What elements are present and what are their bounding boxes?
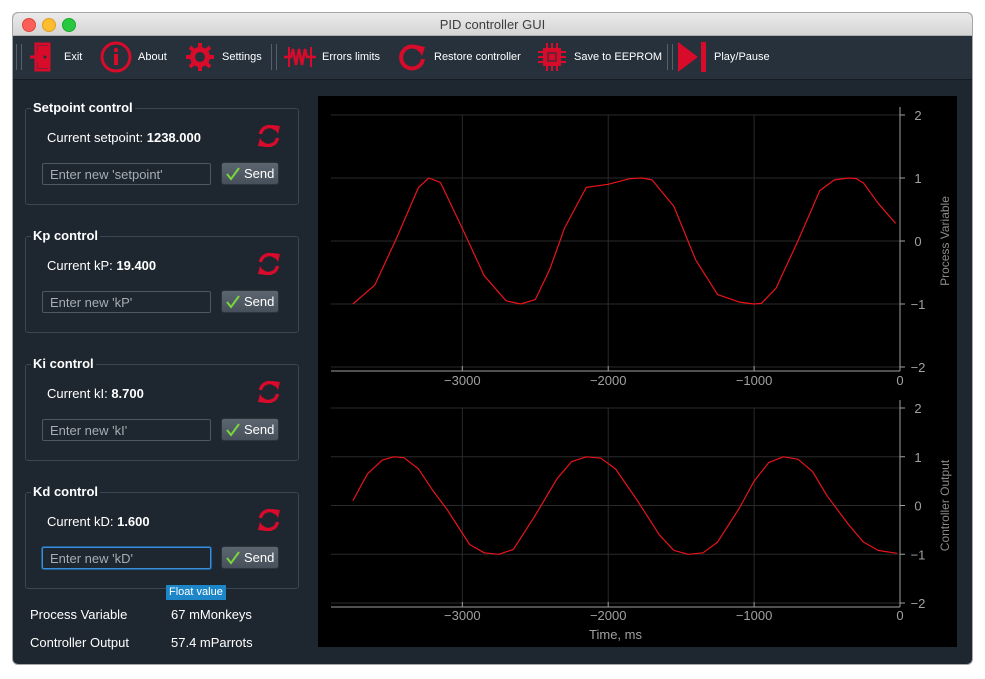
current-ki-label: Current kI:: [47, 386, 108, 401]
current-setpoint-text: Current setpoint: 1238.000: [47, 130, 201, 145]
errors-limits-button[interactable]: Errors limits: [284, 39, 380, 75]
send-setpoint-label: Send: [244, 166, 275, 181]
send-kp-label: Send: [244, 294, 275, 309]
exit-label: Exit: [64, 51, 83, 63]
checkmark-icon: [226, 166, 240, 181]
pv-y-tick-label: 2: [914, 108, 921, 123]
current-ki-value: 8.700: [111, 386, 144, 401]
co-y-tick-label: −1: [911, 547, 926, 562]
refresh-ki-button[interactable]: [256, 379, 282, 405]
restore-controller-label: Restore controller: [434, 51, 521, 63]
restore-controller-button[interactable]: Restore controller: [396, 39, 521, 75]
pv-y-tick-label: −1: [911, 297, 926, 312]
pv-x-tick-label: −1000: [736, 373, 773, 388]
ki-control-title: Ki control: [31, 356, 96, 371]
current-kp-text: Current kP: 19.400: [47, 258, 156, 273]
toolbar-separator: [667, 44, 673, 70]
co-y-axis-label: Controller Output: [938, 459, 952, 551]
app-window: PID controller GUI Exit About Settings E…: [13, 13, 972, 664]
current-ki-text: Current kI: 8.700: [47, 386, 144, 401]
current-setpoint-label: Current setpoint:: [47, 130, 144, 145]
restore-arrow-icon: [399, 44, 425, 71]
checkmark-icon: [226, 422, 240, 437]
pv-y-tick-label: 0: [914, 234, 921, 249]
kp-control-title: Kp control: [31, 228, 100, 243]
send-kd-label: Send: [244, 550, 275, 565]
checkmark-icon: [226, 550, 240, 565]
setpoint-control-title: Setpoint control: [31, 100, 135, 115]
refresh-kp-button[interactable]: [256, 251, 282, 277]
send-setpoint-button[interactable]: Send: [221, 162, 279, 185]
process-variable-label: Process Variable: [30, 607, 128, 622]
plots-svg[interactable]: −3000 −2000 −1000 0210−1−2Process Variable−…: [318, 96, 957, 647]
refresh-icon: [258, 124, 280, 148]
pv-x-tick-label: −3000: [444, 373, 481, 388]
current-kp-label: Current kP:: [47, 258, 113, 273]
plots-panel: −3000 −2000 −1000 0 2 1 0 −1 −2 Process Variable −…: [318, 96, 957, 647]
title-bar: PID controller GUI: [13, 13, 972, 36]
gear-icon: [186, 43, 214, 71]
current-kp-value: 19.400: [116, 258, 157, 273]
info-circle-icon: [100, 41, 132, 73]
controller-output-label: Controller Output: [30, 635, 129, 650]
send-ki-label: Send: [244, 422, 275, 437]
kd-input[interactable]: Enter new 'kD': [42, 547, 211, 569]
pv-y-tick-label: 1: [914, 171, 921, 186]
pv-x-tick-label: 0: [896, 373, 903, 388]
resistor-icon: [284, 47, 316, 67]
setpoint-input[interactable]: Enter new 'setpoint': [42, 163, 211, 185]
send-kd-button[interactable]: Send: [221, 546, 279, 569]
co-x-tick-label: −2000: [590, 608, 627, 623]
current-kd-text: Current kD: 1.600: [47, 514, 150, 529]
pv-y-tick-label: −2: [911, 360, 926, 375]
pv-x-tick-label: −2000: [590, 373, 627, 388]
kd-control-title: Kd control: [31, 484, 100, 499]
refresh-kd-button[interactable]: [256, 507, 282, 533]
send-kp-button[interactable]: Send: [221, 290, 279, 313]
play-pause-icon: [678, 42, 706, 72]
co-y-tick-label: −2: [911, 596, 926, 611]
toolbar-separator: [271, 44, 277, 70]
co-y-tick-label: 0: [914, 499, 921, 514]
window-title: PID controller GUI: [439, 17, 546, 32]
refresh-icon: [258, 508, 280, 532]
settings-button[interactable]: Settings: [184, 39, 262, 75]
play-pause-button[interactable]: Play/Pause: [676, 39, 770, 75]
float-value-tooltip: Float value: [166, 585, 226, 600]
refresh-icon: [258, 252, 280, 276]
co-x-tick-label: 0: [896, 608, 903, 623]
about-label: About: [138, 51, 167, 63]
co-x-axis-label: Time, ms: [589, 627, 642, 642]
refresh-icon: [258, 380, 280, 404]
co-x-tick-label: −1000: [736, 608, 773, 623]
save-eeprom-label: Save to EEPROM: [574, 51, 663, 63]
exit-button[interactable]: Exit: [28, 39, 82, 75]
chip-icon: [538, 43, 566, 71]
settings-label: Settings: [222, 51, 262, 63]
save-eeprom-button[interactable]: Save to EEPROM: [536, 39, 662, 75]
current-kd-label: Current kD:: [47, 514, 114, 529]
co-y-tick-label: 2: [914, 401, 921, 416]
current-setpoint-value: 1238.000: [146, 130, 201, 145]
toolbar-grip[interactable]: [16, 44, 22, 70]
send-ki-button[interactable]: Send: [221, 418, 279, 441]
co-x-tick-label: −3000: [444, 608, 481, 623]
co-y-tick-label: 1: [914, 450, 921, 465]
current-kd-value: 1.600: [117, 514, 150, 529]
toolbar: Exit About Settings Errors limits Restor…: [13, 36, 972, 80]
controller-output-value: 57.4 mParrots: [171, 635, 253, 650]
checkmark-icon: [226, 294, 240, 309]
play-pause-label: Play/Pause: [714, 51, 770, 63]
errors-limits-label: Errors limits: [322, 51, 381, 63]
process-variable-value: 67 mMonkeys: [171, 607, 252, 622]
kp-input[interactable]: Enter new 'kP': [42, 291, 211, 313]
refresh-setpoint-button[interactable]: [256, 123, 282, 149]
about-button[interactable]: About: [100, 39, 167, 75]
pv-y-axis-label: Process Variable: [938, 196, 952, 286]
exit-door-icon: [30, 42, 51, 72]
ki-input[interactable]: Enter new 'kI': [42, 419, 211, 441]
